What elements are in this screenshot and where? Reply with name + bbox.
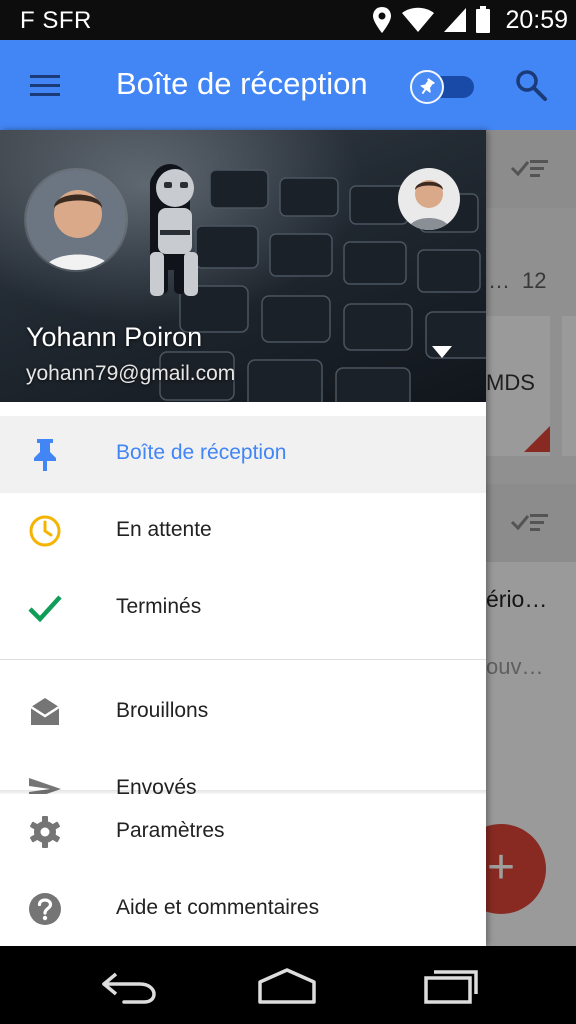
clock-icon: [29, 515, 61, 547]
dropdown-arrow-icon[interactable]: [432, 346, 452, 358]
wifi-icon: [402, 7, 435, 32]
navigation-drawer: Yohann Poiron yohann79@gmail.com Boîte d…: [0, 130, 486, 946]
app-bar: Boîte de réception: [0, 40, 576, 130]
nav-item-snoozed[interactable]: En attente: [0, 493, 486, 570]
account-avatar[interactable]: [24, 168, 128, 272]
nav-label-drafts: Brouillons: [116, 699, 209, 722]
clock: 20:59: [505, 5, 568, 34]
nav-item-done[interactable]: Terminés: [0, 570, 486, 647]
home-icon[interactable]: [252, 962, 322, 1008]
account-header: Yohann Poiron yohann79@gmail.com: [0, 130, 486, 402]
avatar-photo-small: [398, 168, 460, 230]
account-email: yohann79@gmail.com: [26, 362, 236, 385]
secondary-account-avatar[interactable]: [398, 168, 460, 230]
location-icon: [373, 7, 392, 33]
pin-icon: [34, 439, 56, 471]
nav-divider: [0, 659, 486, 660]
nav-item-drafts[interactable]: Brouillons: [0, 674, 486, 751]
status-icons: 20:59: [371, 4, 568, 36]
system-nav-bar: [0, 946, 576, 1024]
nav-label-settings: Paramètres: [116, 819, 225, 842]
toggle-thumb: [410, 70, 444, 104]
back-icon[interactable]: [94, 962, 164, 1008]
menu-icon[interactable]: [28, 70, 62, 100]
nav-item-inbox[interactable]: Boîte de réception: [0, 416, 486, 493]
pin-icon: [420, 78, 435, 95]
pin-toggle[interactable]: [410, 70, 474, 104]
nav-label-snoozed: En attente: [116, 518, 212, 541]
check-icon: [28, 595, 62, 623]
search-icon[interactable]: [514, 68, 548, 102]
help-icon: [29, 893, 61, 925]
app-title: Boîte de réception: [116, 66, 368, 101]
status-bar: F SFR 20:59: [0, 0, 576, 40]
drafts-icon: [30, 698, 60, 725]
carrier-name: F SFR: [20, 7, 92, 34]
gear-icon: [30, 816, 60, 848]
nav-label-done: Terminés: [116, 595, 202, 618]
drawer-footer: Paramètres Aide et commentaires: [0, 794, 486, 946]
nav-label-help: Aide et commentaires: [116, 896, 320, 919]
nav-label-inbox: Boîte de réception: [116, 441, 287, 464]
signal-icon: [444, 8, 467, 32]
battery-icon: [476, 6, 491, 33]
nav-item-help[interactable]: Aide et commentaires: [0, 871, 486, 946]
nav-item-settings[interactable]: Paramètres: [0, 794, 486, 871]
account-name: Yohann Poiron: [26, 322, 203, 352]
avatar-photo: [26, 170, 126, 270]
recents-icon[interactable]: [416, 962, 486, 1008]
